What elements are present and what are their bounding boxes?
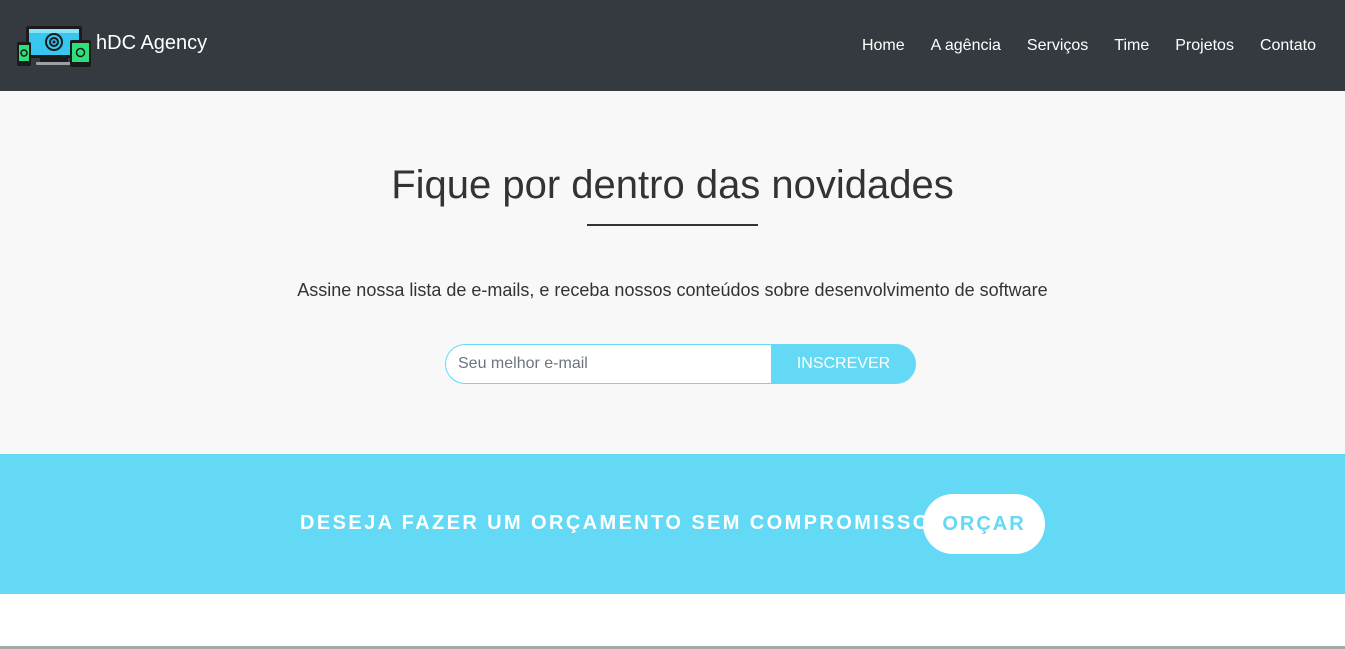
nav-item-contato: Contato [1247, 37, 1329, 55]
quote-button[interactable]: ORÇAR [923, 494, 1045, 554]
subscribe-button[interactable]: INSCREVER [771, 344, 916, 384]
devices-logo-icon [17, 25, 91, 67]
nav-item-servicos: Serviços [1014, 37, 1101, 55]
nav-item-home: Home [849, 37, 918, 55]
nav-link-projetos[interactable]: Projetos [1162, 37, 1247, 55]
nav-item-projetos: Projetos [1162, 37, 1247, 55]
brand-link[interactable]: hDC Agency [16, 24, 207, 68]
nav-link-servicos[interactable]: Serviços [1014, 37, 1101, 55]
brand-name: hDC Agency [96, 32, 208, 54]
nav-link-contato[interactable]: Contato [1247, 37, 1329, 55]
navbar: hDC Agency Home A agência Serviços Time … [0, 0, 1345, 91]
nav-link-time[interactable]: Time [1101, 37, 1162, 55]
email-input[interactable] [445, 344, 771, 384]
nav-item-agencia: A agência [918, 37, 1014, 55]
nav-link-home[interactable]: Home [849, 37, 918, 55]
nav-link-agencia[interactable]: A agência [918, 37, 1014, 55]
newsletter-section: Fique por dentro das novidades Assine no… [0, 91, 1345, 454]
quote-cta-section: DESEJA FAZER UM ORÇAMENTO SEM COMPROMISS… [0, 454, 1345, 594]
title-divider [587, 224, 758, 226]
nav-item-time: Time [1101, 37, 1162, 55]
newsletter-form: INSCREVER [445, 344, 916, 384]
cta-text: DESEJA FAZER UM ORÇAMENTO SEM COMPROMISS… [300, 512, 946, 534]
newsletter-description: Assine nossa lista de e-mails, e receba … [297, 280, 1048, 300]
newsletter-title: Fique por dentro das novidades [391, 163, 954, 207]
main-nav: Home A agência Serviços Time Projetos Co… [849, 37, 1329, 55]
